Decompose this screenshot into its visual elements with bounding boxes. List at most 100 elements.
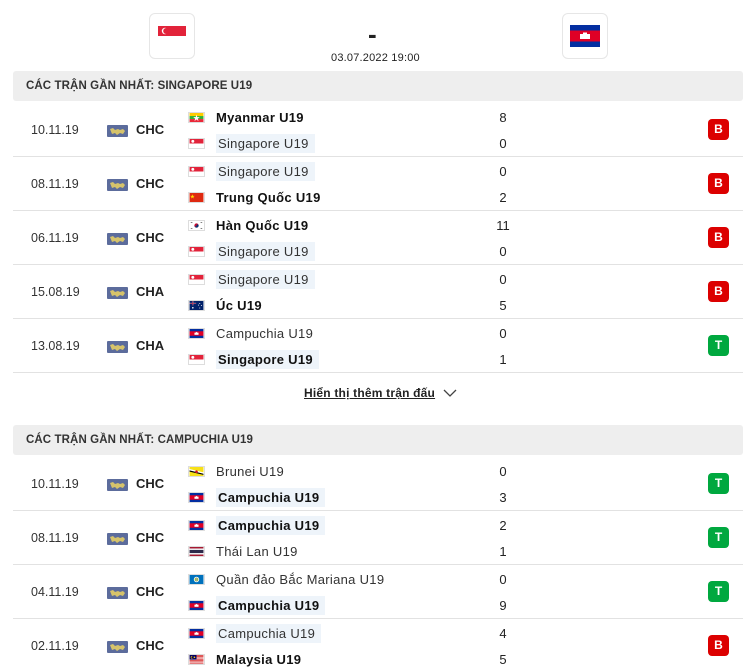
competition-code: CHA — [136, 338, 165, 353]
match-row[interactable]: 10.11.19 CHC Brunei U19 Campuchia U19 0 … — [13, 457, 743, 511]
team-home: Quần đảo Bắc Mariana U19 — [188, 569, 388, 589]
match-date: 10.11.19 — [31, 477, 79, 491]
team-name: Campuchia U19 — [216, 325, 314, 341]
match-date: 03.07.2022 19:00 — [331, 52, 420, 64]
match-row[interactable]: 04.11.19 CHC Quần đảo Bắc Mariana U19 Ca… — [13, 565, 743, 619]
brunei-flag-icon — [188, 465, 205, 477]
cambodia-flag-icon — [188, 327, 205, 339]
away-goals: 3 — [499, 490, 507, 505]
myanmar-flag-icon — [188, 111, 205, 123]
chevron-down-icon — [443, 389, 457, 397]
home-team-flag[interactable] — [149, 13, 195, 59]
team-name: Campuchia U19 — [216, 595, 326, 615]
section-header: CÁC TRẬN GẦN NHẤT: SINGAPORE U19 — [13, 71, 743, 101]
match-row[interactable]: 02.11.19 CHC Campuchia U19 Malaysia U19 … — [13, 619, 743, 670]
team-home: Campuchia U19 — [188, 323, 317, 343]
competition-code: CHC — [136, 230, 165, 245]
team-home: Brunei U19 — [188, 461, 288, 481]
competition-icon — [107, 533, 128, 545]
away-team-flag[interactable] — [562, 13, 608, 59]
result-badge: B — [708, 119, 729, 140]
team-home: Singapore U19 — [188, 269, 315, 289]
singapore-flag-icon — [188, 273, 205, 285]
section-header: CÁC TRẬN GẦN NHẤT: CAMPUCHIA U19 — [13, 425, 743, 455]
home-goals: 0 — [499, 326, 507, 341]
away-goals: 5 — [499, 652, 507, 667]
team-away: Trung Quốc U19 — [188, 187, 325, 207]
home-goals: 0 — [499, 572, 507, 587]
match-row[interactable]: 08.11.19 CHC Campuchia U19 Thái Lan U19 … — [13, 511, 743, 565]
competition-code: CHC — [136, 476, 165, 491]
result-badge: T — [708, 581, 729, 602]
result-badge: B — [708, 227, 729, 248]
team-away: Thái Lan U19 — [188, 541, 302, 561]
match-row[interactable]: 13.08.19 CHA Campuchia U19 Singapore U19… — [13, 319, 743, 373]
team-name: Singapore U19 — [216, 241, 315, 261]
competition-code: CHC — [136, 176, 165, 191]
team-name: Trung Quốc U19 — [216, 189, 321, 205]
match-row[interactable]: 10.11.19 CHC Myanmar U19 Singapore U19 8… — [13, 103, 743, 157]
away-goals: 1 — [499, 544, 507, 559]
competition-icon — [107, 179, 128, 191]
team-name: Úc U19 — [216, 297, 262, 313]
team-name: Campuchia U19 — [216, 487, 326, 507]
match-date: 02.11.19 — [31, 639, 79, 653]
team-away: Singapore U19 — [188, 133, 315, 153]
home-goals: 0 — [499, 464, 507, 479]
competition-icon — [107, 125, 128, 137]
team-name: Brunei U19 — [216, 463, 285, 479]
singapore-flag-icon — [188, 353, 205, 365]
competition-icon — [107, 587, 128, 599]
team-name: Malaysia U19 — [216, 651, 302, 667]
team-name: Hàn Quốc U19 — [216, 217, 309, 233]
team-name: Campuchia U19 — [216, 515, 326, 535]
away-goals: 2 — [499, 190, 507, 205]
team-home: Campuchia U19 — [188, 623, 322, 643]
away-goals: 0 — [499, 244, 507, 259]
team-name: Quần đảo Bắc Mariana U19 — [216, 571, 385, 587]
competition-code: CHC — [136, 584, 165, 599]
match-row[interactable]: 15.08.19 CHA Singapore U19 Úc U19 0 5 B — [13, 265, 743, 319]
competition-icon — [107, 641, 128, 653]
result-badge: B — [708, 173, 729, 194]
competition-code: CHA — [136, 284, 165, 299]
match-date: 15.08.19 — [31, 285, 80, 299]
china-flag-icon — [188, 191, 205, 203]
away-goals: 0 — [499, 136, 507, 151]
team-away: Singapore U19 — [188, 241, 315, 261]
cambodia-flag-icon — [188, 491, 205, 503]
home-goals: 4 — [499, 626, 507, 641]
match-row[interactable]: 08.11.19 CHC Singapore U19 Trung Quốc U1… — [13, 157, 743, 211]
team-away: Campuchia U19 — [188, 595, 326, 615]
mariana-flag-icon — [188, 573, 205, 585]
competition-icon — [107, 287, 128, 299]
thailand-flag-icon — [188, 545, 205, 557]
team-name: Campuchia U19 — [216, 623, 322, 643]
home-goals: 11 — [496, 218, 510, 233]
team-name: Singapore U19 — [216, 349, 319, 369]
singapore-flag-icon — [188, 245, 205, 257]
korea-flag-icon — [188, 219, 205, 231]
show-more-matches-link[interactable]: Hiển thị thêm trận đấu — [304, 386, 457, 400]
result-badge: T — [708, 473, 729, 494]
australia-flag-icon — [188, 299, 205, 311]
cambodia-flag-icon — [570, 25, 600, 47]
team-home: Myanmar U19 — [188, 107, 308, 127]
match-date: 08.11.19 — [31, 177, 79, 191]
singapore-flag-icon — [188, 165, 205, 177]
match-header: - 03.07.2022 19:00 — [0, 0, 756, 74]
home-goals: 0 — [499, 164, 507, 179]
competition-icon — [107, 233, 128, 245]
team-name: Singapore U19 — [216, 133, 315, 153]
team-name: Thái Lan U19 — [216, 543, 298, 559]
competition-icon — [107, 479, 128, 491]
home-goals: 2 — [499, 518, 507, 533]
team-away: Singapore U19 — [188, 349, 319, 369]
team-away: Campuchia U19 — [188, 487, 326, 507]
match-row[interactable]: 06.11.19 CHC Hàn Quốc U19 Singapore U19 … — [13, 211, 743, 265]
cambodia-flag-icon — [188, 519, 205, 531]
team-name: Singapore U19 — [216, 161, 315, 181]
away-goals: 1 — [499, 352, 507, 367]
team-away: Malaysia U19 — [188, 649, 305, 669]
malaysia-flag-icon — [188, 653, 205, 665]
